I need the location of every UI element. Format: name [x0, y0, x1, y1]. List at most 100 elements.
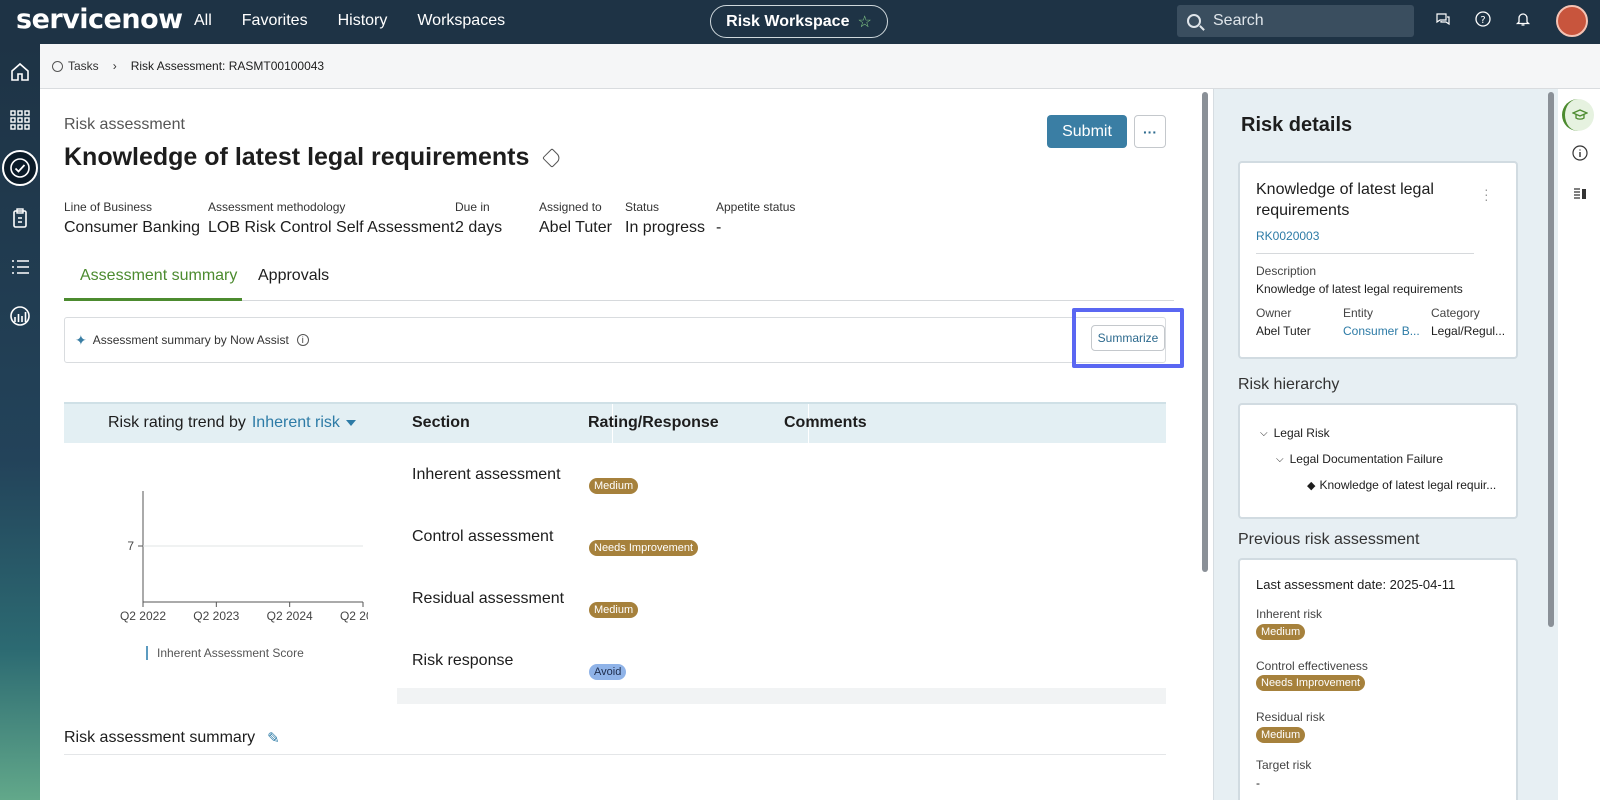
svg-text:?: ? [1480, 15, 1485, 26]
risk-hierarchy-card: ⌵ Legal Risk ⌵ Legal Documentation Failure… [1238, 403, 1518, 519]
contextual-side-rail [1558, 89, 1600, 800]
nav-all[interactable]: All [194, 12, 212, 30]
info-icon[interactable]: i [296, 334, 309, 346]
nav-favorites[interactable]: Favorites [242, 12, 308, 30]
top-bar: servicenow All Favorites History Workspa… [0, 0, 1600, 44]
tab-approvals[interactable]: Approvals [258, 264, 329, 301]
user-avatar[interactable] [1556, 5, 1588, 37]
caret-down-icon[interactable] [345, 419, 356, 426]
risk-hierarchy-title: Risk hierarchy [1238, 376, 1340, 393]
breadcrumb: Tasks › Risk Assessment: RASMT00100043 [40, 44, 1600, 89]
control-effectiveness-badge: Needs Improvement [1256, 675, 1366, 691]
rating-badge: Needs Improvement [589, 540, 699, 556]
last-assessment-date: Last assessment date: 2025-04-11 [1256, 577, 1456, 592]
list-icon[interactable] [8, 255, 32, 279]
servicenow-logo[interactable]: servicenow [16, 4, 183, 35]
tab-bar: Assessment summary Approvals [64, 264, 1174, 301]
risk-assessment-summary-title: Risk assessment summary [64, 729, 256, 746]
column-comments: Comments [784, 414, 867, 431]
meta-value[interactable]: Abel Tuter [539, 219, 612, 237]
clipboard-icon[interactable] [8, 206, 32, 230]
star-icon[interactable]: ☆ [857, 12, 871, 32]
chart-legend[interactable]: Inherent Assessment Score [146, 646, 304, 660]
assessment-table-header: Risk rating trend by Inherent risk Sectio… [64, 402, 1166, 445]
search-input[interactable]: Search [1177, 5, 1414, 37]
submit-button[interactable]: Submit [1047, 115, 1127, 148]
divider [1256, 253, 1474, 254]
residual-risk-label: Residual risk [1256, 710, 1325, 724]
bell-icon[interactable] [1514, 10, 1532, 28]
hierarchy-level-1[interactable]: ⌵ Legal Risk [1260, 426, 1330, 440]
tasks-check-icon[interactable] [2, 150, 38, 186]
trend-dropdown[interactable]: Inherent risk [252, 414, 340, 431]
breadcrumb-current[interactable]: Risk Assessment: RASMT00100043 [131, 59, 324, 73]
workspace-pill[interactable]: Risk Workspace ☆ [710, 5, 888, 38]
meta-label: Assigned to [539, 200, 602, 214]
meta-appetite-status: Appetite status - [716, 200, 795, 237]
nav-history[interactable]: History [338, 12, 388, 30]
hierarchy-level-2[interactable]: ⌵ Legal Documentation Failure [1276, 452, 1443, 466]
left-rail [0, 44, 40, 800]
chat-icon[interactable] [1434, 10, 1452, 28]
entity-link[interactable]: Consumer B... [1343, 324, 1420, 338]
chevron-down-icon[interactable]: ⌵ [1260, 428, 1268, 439]
meta-value: LOB Risk Control Self Assessment [208, 219, 455, 236]
main-scrollbar[interactable] [1202, 92, 1208, 572]
meta-value: - [716, 219, 722, 236]
risk-assessment-summary-heading: Risk assessment summary ✎ [64, 729, 280, 747]
now-assist-bar: ✦ Assessment summary by Now Assist i [64, 317, 1166, 363]
hierarchy-level-3[interactable]: ◆ Knowledge of latest legal requir... [1307, 478, 1496, 492]
previous-assessment-title: Previous risk assessment [1238, 531, 1420, 548]
panel-scrollbar[interactable] [1548, 92, 1554, 627]
hierarchy-level-3-label: Knowledge of latest legal requir... [1319, 478, 1497, 492]
meta-value: Consumer Banking [64, 219, 201, 236]
risk-name: Knowledge of latest legal requirements [1256, 181, 1434, 219]
category-value: Legal/Regul... [1431, 324, 1506, 338]
kebab-menu-icon[interactable]: · · · [1484, 182, 1489, 206]
column-rating: Rating/Response [588, 414, 719, 431]
legend-swatch [146, 646, 148, 660]
notes-icon[interactable] [1570, 184, 1590, 204]
risk-details-title: Risk details [1241, 114, 1353, 136]
residual-risk-badge: Medium [1256, 727, 1306, 743]
chevron-down-icon[interactable]: ⌵ [1276, 454, 1284, 465]
risk-number-link[interactable]: RK0020003 [1256, 229, 1319, 243]
check-circle-icon [52, 60, 63, 72]
row-control-assessment: Control assessment [412, 528, 554, 545]
page-title: Knowledge of latest legal requirements [64, 143, 563, 172]
table-footer [397, 688, 1166, 704]
apps-grid-icon[interactable] [8, 108, 32, 132]
trend-selector: Risk rating trend by Inherent risk [108, 414, 356, 432]
chart-y-tick-label: 7 [127, 539, 134, 553]
meta-label: Line of Business [64, 200, 153, 214]
workspace-name: Risk Workspace [726, 12, 850, 30]
meta-label: Appetite status [716, 200, 796, 214]
main-content: Risk assessment Knowledge of latest lega… [40, 89, 1200, 800]
inherent-risk-label: Inherent risk [1256, 607, 1323, 621]
meta-label: Status [625, 200, 660, 214]
help-icon[interactable]: ? [1474, 10, 1492, 28]
tab-assessment-summary[interactable]: Assessment summary [64, 264, 242, 301]
sparkle-icon: ✦ [75, 331, 87, 348]
description-label: Description [1256, 264, 1317, 278]
meta-label: Assessment methodology [208, 200, 346, 214]
top-nav: All Favorites History Workspaces [194, 12, 535, 30]
entity-label: Entity [1343, 306, 1374, 320]
breadcrumb-tasks[interactable]: Tasks [68, 59, 99, 73]
more-actions-button[interactable]: ··· [1134, 115, 1166, 148]
target-risk-value: - [1256, 776, 1260, 790]
now-assist-label: Assessment summary by Now Assist [92, 333, 289, 347]
nav-workspaces[interactable]: Workspaces [417, 12, 505, 30]
record-type: Risk assessment [64, 116, 185, 133]
owner-value: Abel Tuter [1256, 324, 1311, 338]
home-icon[interactable] [8, 60, 32, 84]
graduation-cap-icon[interactable] [1562, 99, 1594, 131]
info-icon[interactable] [1570, 143, 1590, 163]
rating-badge: Medium [589, 602, 639, 618]
pencil-edit-icon[interactable]: ✎ [267, 729, 280, 747]
tag-icon[interactable] [542, 147, 563, 168]
hierarchy-level-1-label: Legal Risk [1273, 426, 1330, 440]
meta-status: Status In progress [625, 200, 705, 237]
summarize-button[interactable]: Summarize [1091, 325, 1165, 351]
analytics-icon[interactable] [8, 304, 32, 328]
